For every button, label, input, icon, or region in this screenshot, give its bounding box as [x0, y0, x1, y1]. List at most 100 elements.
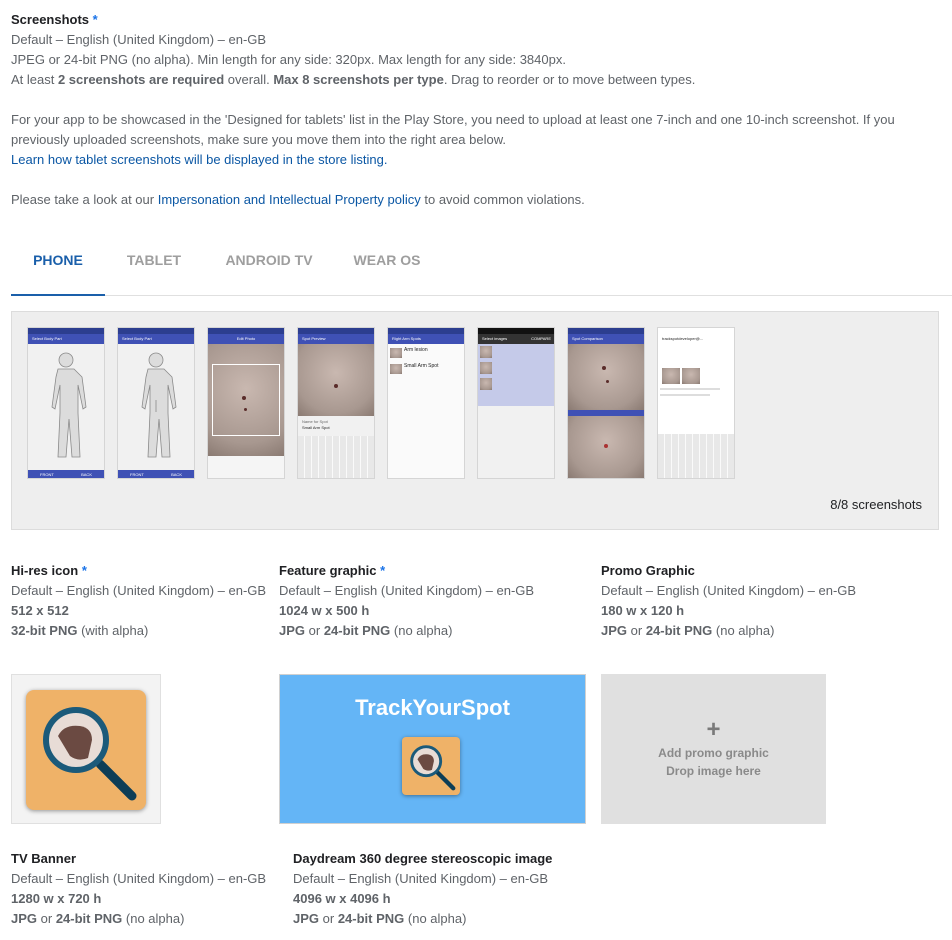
format-or: or: [305, 623, 324, 638]
required-mark: *: [81, 563, 87, 578]
hires-size: 512 x 512: [11, 603, 69, 618]
format-rest: (no alpha): [122, 911, 185, 926]
shot-title: trackspotdeveloper@...: [658, 334, 734, 344]
format-jpg: JPG: [293, 911, 320, 926]
tablet-screenshots-link[interactable]: Learn how tablet screenshots will be dis…: [11, 152, 388, 167]
drop-image-label: Drop image here: [666, 764, 761, 778]
req-mid: overall.: [224, 72, 274, 87]
shot-title: Spot Comparison: [568, 334, 644, 344]
format-rest: (no alpha): [712, 623, 775, 638]
tab-android-tv[interactable]: ANDROID TV: [219, 240, 319, 295]
feature-language: Default – English (United Kingdom) – en-…: [279, 583, 535, 598]
tv-size: 1280 w x 720 h: [11, 891, 102, 906]
req-min: 2 screenshots are required: [57, 72, 225, 87]
promo-graphic-section: Promo Graphic Default – English (United …: [601, 561, 856, 641]
shot-title: Select Body Part: [28, 334, 104, 344]
hires-language: Default – English (United Kingdom) – en-…: [11, 583, 267, 598]
add-promo-label: Add promo graphic: [658, 746, 769, 760]
hires-format: 32-bit PNG (with alpha): [11, 621, 266, 641]
promo-format: JPG or 24-bit PNG (no alpha): [601, 621, 856, 641]
feature-app-icon: [402, 737, 460, 795]
device-tabs: PHONE TABLET ANDROID TV WEAR OS: [11, 240, 952, 296]
shot-compare-action: COMPARE: [531, 336, 551, 341]
required-mark: *: [380, 563, 386, 578]
promo-size: 180 w x 120 h: [601, 603, 685, 618]
format-or: or: [627, 623, 646, 638]
shot-list-item: Arm lesion: [404, 347, 428, 353]
daydream-size: 4096 w x 4096 h: [293, 891, 391, 906]
format-jpg: JPG: [11, 911, 38, 926]
body-figure-front-icon: [51, 352, 87, 458]
shot-list-item: Small Arm Spot: [404, 363, 439, 369]
req-suffix: . Drag to reorder or to move between typ…: [443, 72, 696, 87]
screenshot-thumbnail-3[interactable]: Edit Photo: [208, 328, 284, 478]
screenshot-thumbnail-1[interactable]: Select Body Part FRONT BACK: [28, 328, 104, 478]
tv-banner-section: TV Banner Default – English (United King…: [11, 849, 266, 929]
screenshot-thumbnail-6[interactable]: Select images COMPARE: [478, 328, 554, 478]
hires-icon-section: Hi-res icon * Default – English (United …: [11, 561, 266, 641]
tablet-info-line1: For your app to be showcased in the 'Des…: [11, 112, 895, 127]
req-max: Max 8 screenshots per type: [273, 72, 444, 87]
daydream-language: Default – English (United Kingdom) – en-…: [293, 871, 549, 886]
shot-front-label: FRONT: [130, 472, 144, 477]
format-or: or: [319, 911, 338, 926]
hires-title: Hi-res icon: [11, 563, 79, 578]
shot-title: Select images COMPARE: [478, 334, 554, 344]
shot-name-label: Name for Spot: [302, 419, 328, 424]
tab-android-tv-label: ANDROID TV: [225, 252, 313, 268]
hires-format-bold: 32-bit PNG: [11, 623, 78, 638]
app-icon: [26, 690, 146, 810]
policy-suffix: to avoid common violations.: [420, 192, 585, 207]
format-rest: (no alpha): [390, 623, 453, 638]
screenshots-format: JPEG or 24-bit PNG (no alpha). Min lengt…: [11, 52, 566, 67]
hires-icon-preview[interactable]: [11, 674, 161, 824]
screenshots-language: Default – English (United Kingdom) – en-…: [11, 32, 267, 47]
shot-title: Select Body Part: [118, 334, 194, 344]
format-png: 24-bit PNG: [323, 623, 391, 638]
active-tab-indicator: [11, 294, 105, 296]
promo-title: Promo Graphic: [601, 563, 695, 578]
screenshots-title-text: Screenshots: [11, 12, 90, 27]
screenshot-gallery: Select Body Part FRONT BACK Select Body …: [11, 311, 939, 530]
format-or: or: [37, 911, 56, 926]
screenshot-thumbnail-4[interactable]: Spot Preview Name for Spot Small Arm Spo…: [298, 328, 374, 478]
format-jpg: JPG: [279, 623, 306, 638]
tv-format: JPG or 24-bit PNG (no alpha): [11, 909, 266, 929]
policy-link[interactable]: Impersonation and Intellectual Property …: [158, 192, 421, 207]
shot-title: Spot Preview: [298, 334, 374, 344]
tab-phone-label: PHONE: [33, 252, 83, 268]
tv-title: TV Banner: [11, 851, 77, 866]
feature-graphic-section: Feature graphic * Default – English (Uni…: [279, 561, 534, 641]
magnifier-icon: [410, 745, 456, 791]
tv-language: Default – English (United Kingdom) – en-…: [11, 871, 267, 886]
screenshot-thumbnail-8[interactable]: trackspotdeveloper@...: [658, 328, 734, 478]
daydream-title: Daydream 360 degree stereoscopic image: [293, 851, 553, 866]
shot-name-value: Small Arm Spot: [302, 425, 330, 430]
feature-graphic-preview[interactable]: TrackYourSpot: [279, 674, 586, 824]
screenshot-thumbnail-2[interactable]: Select Body Part FRONT BACK: [118, 328, 194, 478]
format-jpg: JPG: [601, 623, 628, 638]
tab-tablet-label: TABLET: [126, 252, 182, 268]
feature-app-name: TrackYourSpot: [355, 695, 510, 720]
screenshots-title: Screenshots *: [11, 10, 98, 30]
tab-tablet[interactable]: TABLET: [121, 240, 187, 295]
screenshots-requirements: At least 2 screenshots are required over…: [11, 70, 695, 90]
shot-back-label: BACK: [171, 472, 182, 477]
screenshot-thumbnail-5[interactable]: Right Arm Spots Arm lesion Small Arm Spo…: [388, 328, 464, 478]
policy-notice: Please take a look at our Impersonation …: [11, 190, 585, 210]
shot-title: Edit Photo: [208, 334, 284, 344]
shot-back-label: BACK: [81, 472, 92, 477]
tab-wear-os[interactable]: WEAR OS: [349, 240, 425, 295]
tab-wear-os-label: WEAR OS: [353, 252, 421, 268]
shot-title: Right Arm Spots: [388, 334, 464, 344]
policy-prefix: Please take a look at our: [11, 192, 158, 207]
tablet-info-line2: previously uploaded screenshots, make su…: [11, 132, 506, 147]
format-png: 24-bit PNG: [337, 911, 405, 926]
tab-phone[interactable]: PHONE: [11, 240, 105, 296]
req-prefix: At least: [11, 72, 58, 87]
screenshot-thumbnail-7[interactable]: Spot Comparison: [568, 328, 644, 478]
promo-graphic-dropzone[interactable]: + Add promo graphic Drop image here: [601, 674, 826, 824]
shot-front-label: FRONT: [40, 472, 54, 477]
feature-title: Feature graphic: [279, 563, 377, 578]
feature-size: 1024 w x 500 h: [279, 603, 370, 618]
